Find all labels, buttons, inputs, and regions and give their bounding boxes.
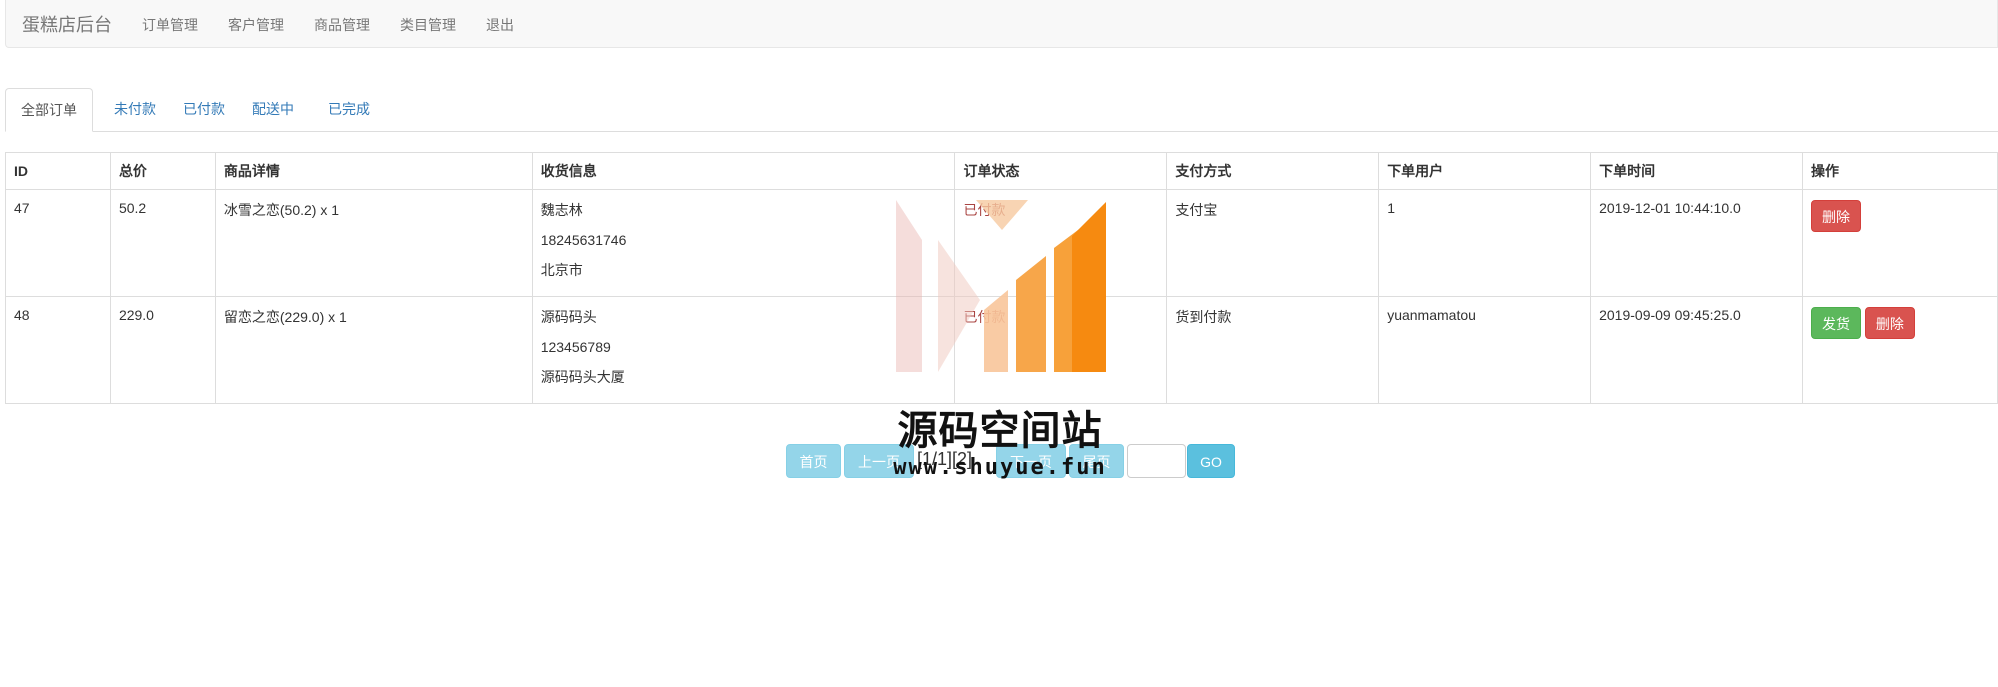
order-status-tabs: 全部订单 未付款 已付款 配送中 已完成: [5, 88, 1998, 132]
delete-button[interactable]: 删除: [1811, 200, 1862, 232]
prev-page-button[interactable]: 上一页: [844, 444, 914, 478]
cell-actions: 发货 删除: [1802, 296, 1998, 404]
cell-time: 2019-12-01 10:44:10.0: [1590, 189, 1804, 297]
status-text: 已付款: [963, 309, 1006, 325]
page-number-input[interactable]: [1127, 444, 1186, 478]
tab-completed[interactable]: 已完成: [313, 88, 385, 130]
tab-paid[interactable]: 已付款: [168, 88, 240, 130]
table-header-row: ID 总价 商品详情 收货信息 订单状态 支付方式 下单用户 下单时间 操作: [5, 152, 1998, 190]
cell-user: yuanmamatou: [1378, 296, 1592, 404]
tab-delivering[interactable]: 配送中: [237, 88, 309, 130]
page-indicator: [1/1][2]: [917, 449, 973, 469]
ship-button[interactable]: 发货: [1811, 307, 1862, 339]
cell-time: 2019-09-09 09:45:25.0: [1590, 296, 1804, 404]
header-actions: 操作: [1802, 152, 1998, 190]
brand-title[interactable]: 蛋糕店后台: [22, 11, 112, 37]
orders-table: ID 总价 商品详情 收货信息 订单状态 支付方式 下单用户 下单时间 操作 4…: [5, 152, 1998, 404]
header-total: 总价: [109, 152, 216, 190]
header-user: 下单用户: [1378, 152, 1592, 190]
receiver-phone: 18245631746: [540, 232, 627, 248]
header-time: 下单时间: [1590, 152, 1804, 190]
receiver-phone: 123456789: [540, 339, 611, 355]
header-status: 订单状态: [954, 152, 1168, 190]
header-receiver: 收货信息: [531, 152, 956, 190]
table-row: 47 50.2 冰雪之恋(50.2) x 1 魏志林 18245631746 北…: [5, 189, 1998, 297]
nav-product-management[interactable]: 商品管理: [314, 15, 370, 35]
cell-status: 已付款: [954, 296, 1168, 404]
header-payment: 支付方式: [1166, 152, 1380, 190]
receiver-name: 魏志林: [540, 202, 583, 218]
nav-logout[interactable]: 退出: [486, 15, 514, 35]
last-page-button[interactable]: 尾页: [1069, 444, 1124, 478]
receiver-name: 源码码头: [540, 309, 597, 325]
cell-total: 229.0: [109, 296, 216, 404]
header-items: 商品详情: [214, 152, 533, 190]
nav-customer-management[interactable]: 客户管理: [228, 15, 284, 35]
cell-items: 留恋之恋(229.0) x 1: [214, 296, 533, 404]
cell-receiver: 魏志林 18245631746 北京市: [531, 189, 956, 297]
cell-receiver: 源码码头 123456789 源码码头大厦: [531, 296, 956, 404]
cell-status: 已付款: [954, 189, 1168, 297]
tab-unpaid[interactable]: 未付款: [99, 88, 171, 130]
first-page-button[interactable]: 首页: [786, 444, 841, 478]
nav-category-management[interactable]: 类目管理: [400, 15, 456, 35]
navbar: 蛋糕店后台 订单管理 客户管理 商品管理 类目管理 退出: [5, 0, 1998, 48]
status-text: 已付款: [963, 202, 1006, 218]
cell-id: 47: [5, 189, 111, 297]
next-page-button[interactable]: 下一页: [996, 444, 1066, 478]
delete-button[interactable]: 删除: [1864, 307, 1915, 339]
cell-payment: 支付宝: [1166, 189, 1380, 297]
receiver-address: 北京市: [540, 262, 583, 278]
nav-order-management[interactable]: 订单管理: [142, 15, 198, 35]
receiver-address: 源码码头大厦: [540, 369, 625, 385]
tab-all-orders[interactable]: 全部订单: [5, 88, 93, 132]
cell-user: 1: [1378, 189, 1592, 297]
cell-actions: 删除: [1802, 189, 1998, 297]
table-row: 48 229.0 留恋之恋(229.0) x 1 源码码头 123456789 …: [5, 296, 1998, 404]
cell-id: 48: [5, 296, 111, 404]
cell-total: 50.2: [109, 189, 216, 297]
cell-items: 冰雪之恋(50.2) x 1: [214, 189, 533, 297]
cell-payment: 货到付款: [1166, 296, 1380, 404]
header-id: ID: [5, 152, 111, 190]
go-button[interactable]: GO: [1187, 444, 1235, 478]
